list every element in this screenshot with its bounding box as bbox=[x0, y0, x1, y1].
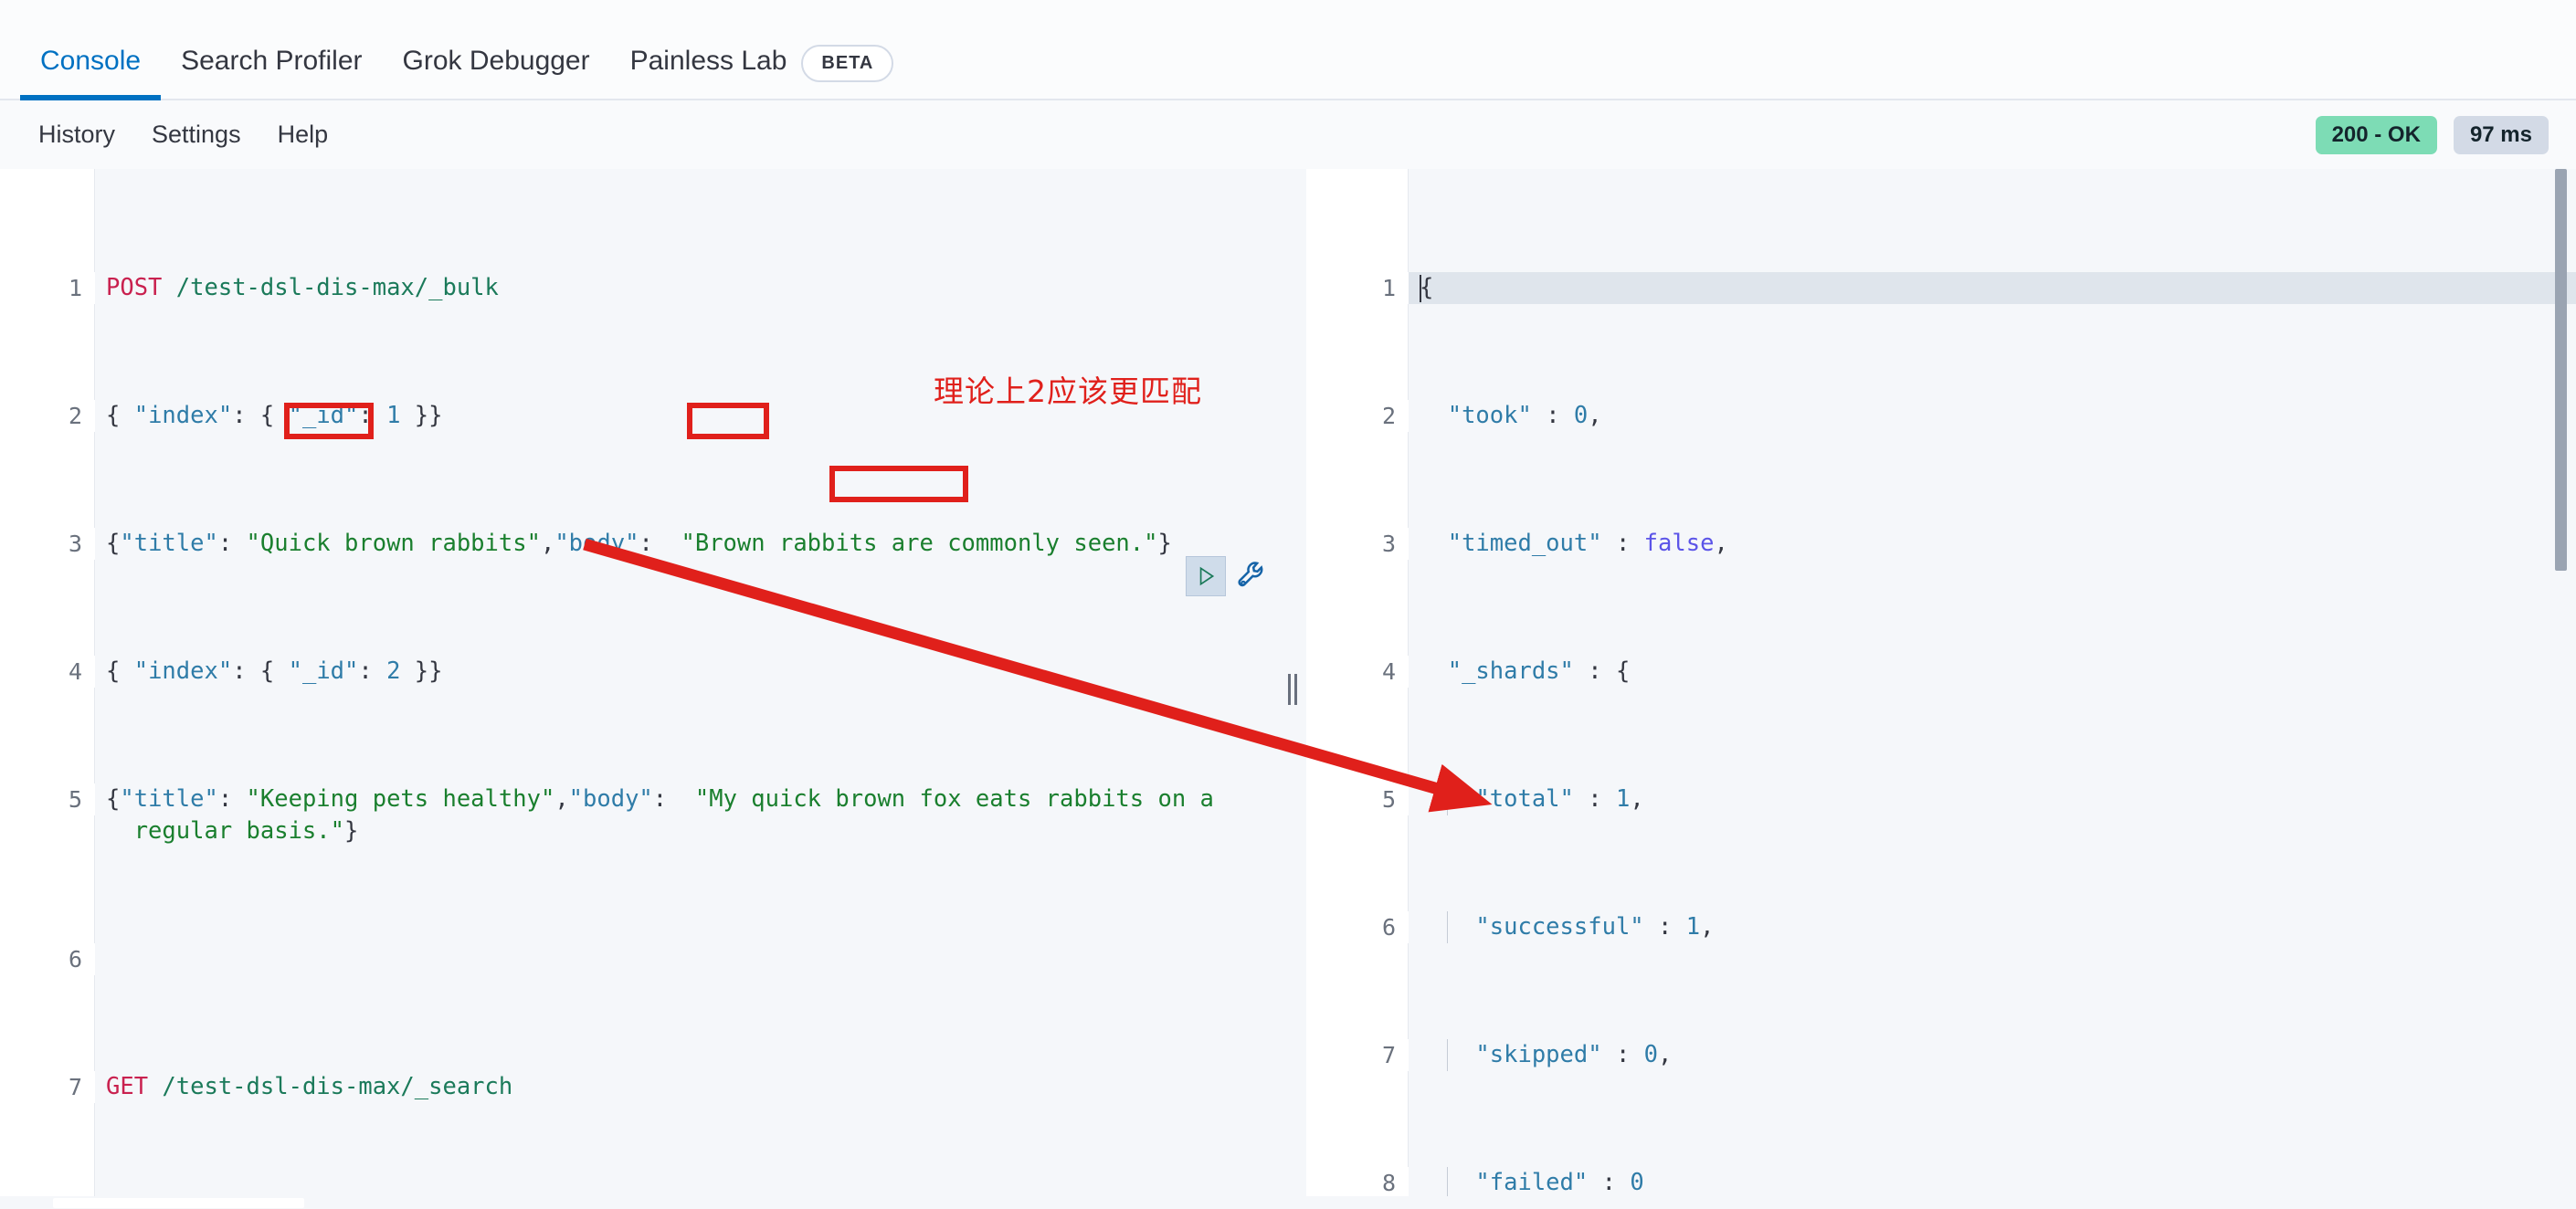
line-text: "total" : 1, bbox=[1475, 785, 1644, 813]
line-text: "failed" : 0 bbox=[1475, 1169, 1644, 1196]
request-code[interactable]: 1 POST /test-dsl-dis-max/_bulk 2 { "inde… bbox=[0, 169, 1279, 1209]
editor-panes: 1 POST /test-dsl-dis-max/_bulk 2 { "inde… bbox=[0, 169, 2576, 1209]
line-number: 5 bbox=[1306, 783, 1409, 815]
text-caret bbox=[1420, 275, 1421, 302]
help-button[interactable]: Help bbox=[259, 115, 347, 154]
line-number: 5 bbox=[0, 783, 95, 815]
code-line[interactable]: 5 {"title": "Keeping pets healthy","body… bbox=[0, 783, 1279, 847]
resize-grip-icon bbox=[1288, 673, 1297, 705]
line-number: 8 bbox=[1306, 1167, 1409, 1199]
play-icon bbox=[1199, 566, 1215, 586]
code-line[interactable]: 3 "timed_out" : false, bbox=[1306, 528, 2576, 560]
pane-splitter[interactable] bbox=[1279, 169, 1306, 1209]
line-number: 6 bbox=[1306, 911, 1409, 943]
console-toolbar: History Settings Help 200 - OK 97 ms bbox=[0, 100, 2576, 169]
highlight-box-brown-fox bbox=[829, 466, 968, 502]
line-number: 6 bbox=[0, 943, 95, 975]
code-line[interactable]: 5 "total" : 1, bbox=[1306, 783, 2576, 815]
line-number: 1 bbox=[0, 272, 95, 304]
tab-console-label: Console bbox=[40, 46, 142, 76]
code-line[interactable]: 4 { "index": { "_id": 2 }} bbox=[0, 656, 1279, 688]
history-button[interactable]: History bbox=[20, 115, 133, 154]
code-line[interactable]: 7 GET /test-dsl-dis-max/_search bbox=[0, 1071, 1279, 1103]
line-number: 2 bbox=[1306, 400, 1409, 432]
code-line[interactable]: 1 { bbox=[1306, 272, 2576, 304]
code-line[interactable]: 4 "_shards" : { bbox=[1306, 656, 2576, 688]
code-line[interactable]: 1 POST /test-dsl-dis-max/_bulk bbox=[0, 272, 1279, 304]
tab-painless-lab[interactable]: Painless Lab bbox=[610, 47, 808, 99]
line-number: 2 bbox=[0, 400, 95, 432]
line-number: 7 bbox=[0, 1071, 95, 1103]
line-text: "timed_out" : false, bbox=[1447, 530, 1728, 557]
line-text: "took" : 0, bbox=[1447, 402, 1602, 429]
line-number: 7 bbox=[1306, 1039, 1409, 1071]
code-line[interactable]: 8 "failed" : 0 bbox=[1306, 1167, 2576, 1199]
response-vscrollbar[interactable] bbox=[2555, 169, 2567, 1209]
code-line[interactable]: 6 "successful" : 1, bbox=[1306, 911, 2576, 943]
line-text: {"title": "Quick brown rabbits","body": … bbox=[106, 530, 1172, 557]
response-pane[interactable]: 1 { 2 "took" : 0, 3 "timed_out" : false,… bbox=[1306, 169, 2576, 1209]
beta-badge: BETA bbox=[801, 45, 894, 82]
line-number: 4 bbox=[1306, 656, 1409, 688]
line-text: {"title": "Keeping pets healthy","body":… bbox=[106, 785, 1214, 845]
tab-search-profiler[interactable]: Search Profiler bbox=[161, 47, 382, 99]
settings-button[interactable]: Settings bbox=[133, 115, 259, 154]
line-number: 1 bbox=[1306, 272, 1409, 304]
code-line[interactable]: 2 "took" : 0, bbox=[1306, 400, 2576, 432]
highlight-box-brown bbox=[284, 403, 374, 439]
tab-grok-debugger[interactable]: Grok Debugger bbox=[383, 47, 610, 99]
request-hscrollbar[interactable] bbox=[0, 1196, 1279, 1209]
code-line[interactable]: 3 {"title": "Quick brown rabbits","body"… bbox=[0, 528, 1279, 560]
highlight-box-brown-2 bbox=[687, 403, 769, 439]
tab-console[interactable]: Console bbox=[20, 46, 162, 100]
line-number: 3 bbox=[1306, 528, 1409, 560]
status-area: 200 - OK 97 ms bbox=[2315, 115, 2549, 154]
request-hscroll-thumb[interactable] bbox=[53, 1198, 304, 1208]
request-actions[interactable] bbox=[1186, 556, 1272, 596]
play-button[interactable] bbox=[1186, 556, 1226, 596]
tab-search-profiler-label: Search Profiler bbox=[181, 46, 363, 76]
tab-grok-debugger-label: Grok Debugger bbox=[402, 46, 590, 76]
line-number: 4 bbox=[0, 656, 95, 688]
status-badge: 200 - OK bbox=[2315, 115, 2437, 154]
line-text: POST /test-dsl-dis-max/_bulk bbox=[106, 274, 499, 301]
line-text: { "index": { "_id": 1 }} bbox=[106, 402, 443, 429]
annotation-text: 理论上2应该更匹配 bbox=[934, 373, 1202, 409]
tab-painless-lab-label: Painless Lab bbox=[629, 46, 787, 76]
line-text: { "index": { "_id": 2 }} bbox=[106, 657, 443, 685]
elapsed-badge: 97 ms bbox=[2453, 115, 2549, 154]
response-vscroll-thumb[interactable] bbox=[2555, 169, 2567, 571]
line-text: "_shards" : { bbox=[1447, 657, 1631, 685]
code-line[interactable]: 7 "skipped" : 0, bbox=[1306, 1039, 2576, 1071]
line-number: 3 bbox=[0, 528, 95, 560]
main-tab-bar: Console Search Profiler Grok Debugger Pa… bbox=[0, 0, 2576, 100]
line-text: GET /test-dsl-dis-max/_search bbox=[106, 1073, 513, 1100]
line-text: "skipped" : 0, bbox=[1475, 1041, 1673, 1068]
response-code[interactable]: 1 { 2 "took" : 0, 3 "timed_out" : false,… bbox=[1306, 169, 2576, 1209]
request-pane[interactable]: 1 POST /test-dsl-dis-max/_bulk 2 { "inde… bbox=[0, 169, 1279, 1209]
code-line[interactable]: 6 bbox=[0, 943, 1279, 975]
wrench-icon[interactable] bbox=[1235, 558, 1272, 594]
line-text: "successful" : 1, bbox=[1475, 913, 1715, 941]
